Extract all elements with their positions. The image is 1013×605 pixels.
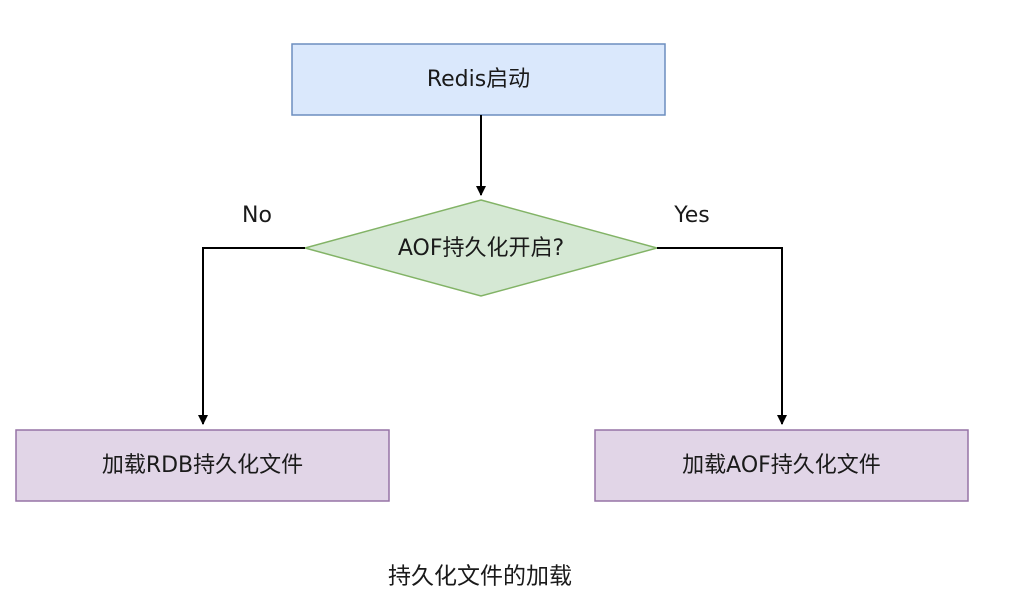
diagram-caption: 持久化文件的加载	[388, 564, 572, 590]
edge-no-branch: No	[198, 203, 305, 425]
start-node: Redis启动	[291, 43, 666, 116]
edge-yes-branch: Yes	[657, 203, 787, 425]
load-rdb-node-label: 加载RDB持久化文件	[102, 453, 303, 478]
load-rdb-node: 加载RDB持久化文件	[15, 429, 390, 502]
decision-node-label: AOF持久化开启?	[398, 236, 564, 261]
flowchart-canvas: Redis启动 AOF持久化开启? No Yes 加载RDB持久化文件 加载AO…	[15, 43, 969, 590]
edge-no-line	[198, 247, 305, 425]
decision-node: AOF持久化开启?	[302, 199, 660, 297]
load-aof-node-label: 加载AOF持久化文件	[682, 453, 881, 478]
start-node-label: Redis启动	[427, 67, 530, 92]
edge-no-label: No	[242, 203, 272, 228]
load-aof-node: 加载AOF持久化文件	[594, 429, 969, 502]
edge-yes-line	[657, 247, 787, 425]
edge-yes-label: Yes	[673, 203, 710, 228]
